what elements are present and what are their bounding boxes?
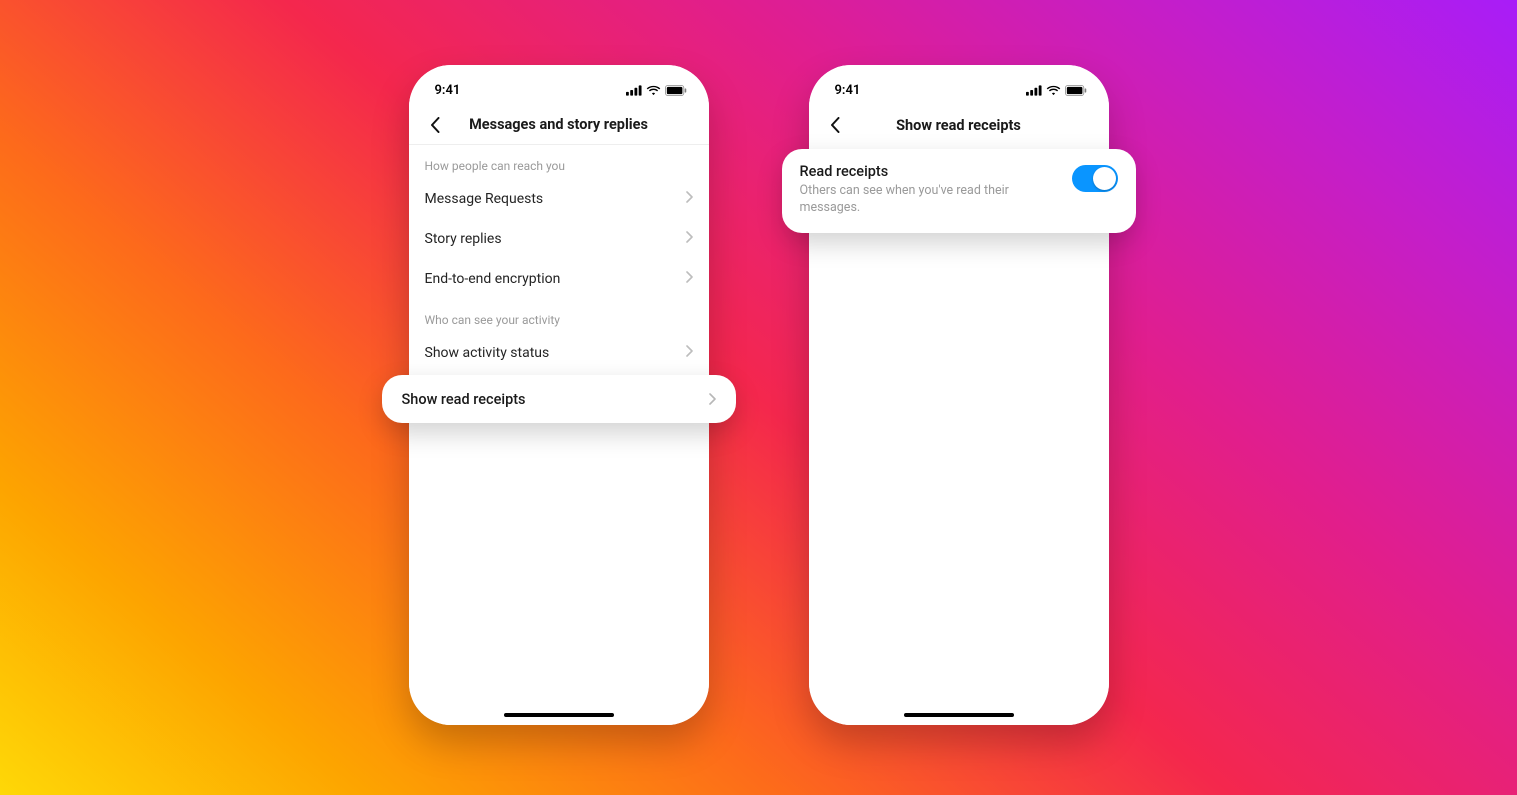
row-show-activity-status[interactable]: Show activity status <box>409 333 709 373</box>
page-title: Messages and story replies <box>423 116 695 133</box>
read-receipts-title: Read receipts <box>800 163 1060 180</box>
chevron-right-icon <box>686 345 693 361</box>
row-show-read-receipts-highlight[interactable]: Show read receipts <box>382 375 736 423</box>
page-title: Show read receipts <box>823 117 1095 134</box>
signal-icon <box>1026 85 1042 96</box>
status-indicators <box>1026 85 1087 96</box>
status-bar: 9:41 <box>809 65 1109 105</box>
read-receipts-card: Read receipts Others can see when you've… <box>782 149 1136 233</box>
home-indicator <box>504 713 614 717</box>
phone-mockup-right: 9:41 Show read receipts <box>809 65 1109 725</box>
chevron-right-icon <box>686 271 693 287</box>
signal-icon <box>626 85 642 96</box>
nav-header: Messages and story replies <box>409 105 709 145</box>
row-story-replies[interactable]: Story replies <box>409 219 709 259</box>
row-label: Show activity status <box>425 345 550 361</box>
section-caption-activity: Who can see your activity <box>409 299 709 333</box>
wifi-icon <box>1046 85 1061 96</box>
toggle-knob <box>1093 167 1116 190</box>
row-label: Story replies <box>425 231 502 247</box>
chevron-right-icon <box>686 231 693 247</box>
read-receipts-subtitle: Others can see when you've read their me… <box>800 183 1060 217</box>
phone-mockup-left: 9:41 Messages and story r <box>409 65 709 725</box>
status-time: 9:41 <box>435 83 461 98</box>
row-label: Message Requests <box>425 191 544 207</box>
read-receipts-toggle[interactable] <box>1072 165 1118 192</box>
chevron-right-icon <box>709 390 716 409</box>
battery-icon <box>665 85 687 96</box>
chevron-right-icon <box>686 191 693 207</box>
nav-header: Show read receipts <box>809 105 1109 145</box>
status-bar: 9:41 <box>409 65 709 105</box>
section-caption-reach: How people can reach you <box>409 145 709 179</box>
row-end-to-end-encryption[interactable]: End-to-end encryption <box>409 259 709 299</box>
status-time: 9:41 <box>835 83 861 98</box>
wifi-icon <box>646 85 661 96</box>
battery-icon <box>1065 85 1087 96</box>
home-indicator <box>904 713 1014 717</box>
stage: 9:41 Messages and story r <box>0 0 1517 795</box>
row-label: End-to-end encryption <box>425 271 561 287</box>
read-receipts-texts: Read receipts Others can see when you've… <box>800 163 1060 217</box>
row-label: Show read receipts <box>402 391 526 408</box>
status-indicators <box>626 85 687 96</box>
row-message-requests[interactable]: Message Requests <box>409 179 709 219</box>
